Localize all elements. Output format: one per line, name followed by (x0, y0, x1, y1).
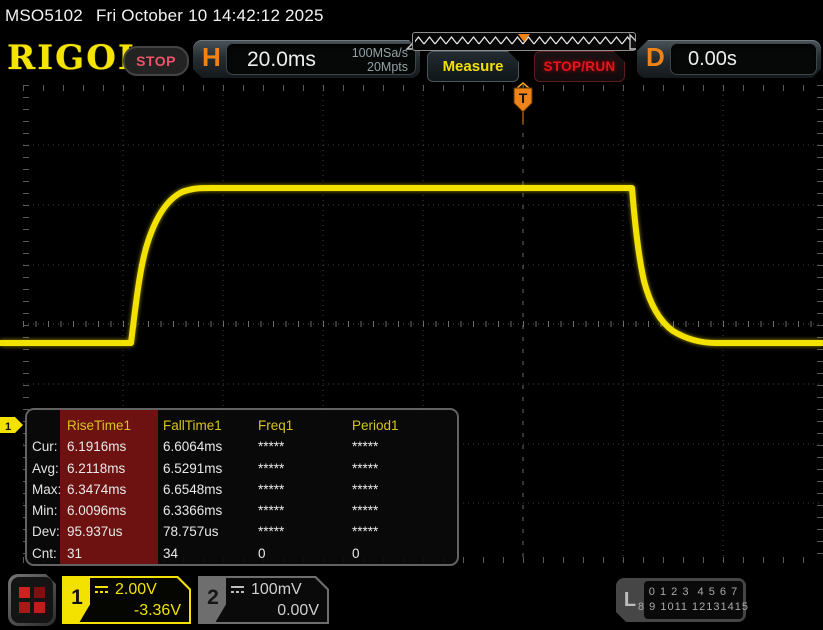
measure-value: ***** (258, 460, 285, 476)
measure-value: 78.757us (163, 524, 219, 540)
logic-channels-row1: 0 1 2 3 4 5 6 7 (648, 586, 739, 598)
measure-value: ***** (258, 524, 285, 540)
measure-value: 95.937us (67, 524, 123, 540)
measurement-grid: RiseTime1 FallTime1 Freq1 Period1 Cur: 6… (27, 410, 457, 564)
grid-menu-button[interactable] (8, 573, 57, 626)
row-label: Cur: (32, 439, 58, 455)
dc-coupling-icon (95, 585, 108, 593)
measure-col-risetime: RiseTime1 (67, 418, 132, 433)
measure-value: ***** (352, 439, 379, 455)
channel2-offset: 0.00V (277, 602, 319, 619)
channel1-offset: -3.36V (133, 602, 181, 619)
measure-col-falltime: FallTime1 (163, 418, 222, 433)
measure-value: 6.3474ms (67, 481, 127, 497)
measure-value: 0 (258, 545, 266, 561)
measure-value: ***** (258, 503, 285, 519)
measure-value: ***** (258, 439, 285, 455)
channel2-scale: 100mV (251, 581, 302, 598)
dc-coupling-icon (231, 585, 244, 593)
trigger-marker-label: T (519, 90, 528, 106)
measure-value: 6.5291ms (163, 460, 223, 476)
row-label: Dev: (32, 524, 60, 540)
measure-value: ***** (352, 503, 379, 519)
grid-menu-icon (11, 577, 53, 623)
measure-value: 6.6064ms (163, 439, 223, 455)
measurement-panel[interactable]: RiseTime1 FallTime1 Freq1 Period1 Cur: 6… (25, 408, 459, 566)
measure-value: 31 (67, 545, 83, 561)
measure-value: 6.1916ms (67, 439, 127, 455)
measure-value: 6.6548ms (163, 481, 223, 497)
row-label: Cnt: (32, 545, 57, 561)
measure-value: ***** (352, 460, 379, 476)
logic-channels-box[interactable]: L 0 1 2 3 4 5 6 7 8 9 1011 12131415 (615, 578, 749, 623)
measure-value: 0 (352, 545, 360, 561)
channel1-marker-label: 1 (5, 421, 11, 433)
logic-channels-row2: 8 9 1011 12131415 (638, 601, 749, 613)
measure-value: ***** (352, 524, 379, 540)
trigger-marker[interactable]: T (513, 82, 533, 124)
measure-value: 6.2118ms (67, 460, 126, 476)
channel1-status-box[interactable]: 1 2.00V -3.36V (62, 576, 191, 624)
oscilloscope-screen: MSO5102 Fri October 10 14:42:12 2025 RIG… (0, 0, 823, 630)
measure-value: ***** (352, 481, 379, 497)
channel2-status-box[interactable]: 2 100mV 0.00V (198, 576, 329, 624)
row-label: Min: (32, 503, 58, 519)
measure-value: 34 (163, 545, 179, 561)
measure-value: ***** (258, 481, 285, 497)
measure-col-period: Period1 (352, 418, 399, 433)
channel1-scale: 2.00V (115, 581, 157, 598)
measure-value: 6.3366ms (163, 503, 223, 519)
row-label: Max: (32, 481, 62, 497)
channel1-position-marker[interactable]: 1 (0, 417, 23, 433)
measure-value: 6.0096ms (67, 503, 127, 519)
row-label: Avg: (32, 460, 59, 476)
measure-col-freq: Freq1 (258, 418, 294, 433)
